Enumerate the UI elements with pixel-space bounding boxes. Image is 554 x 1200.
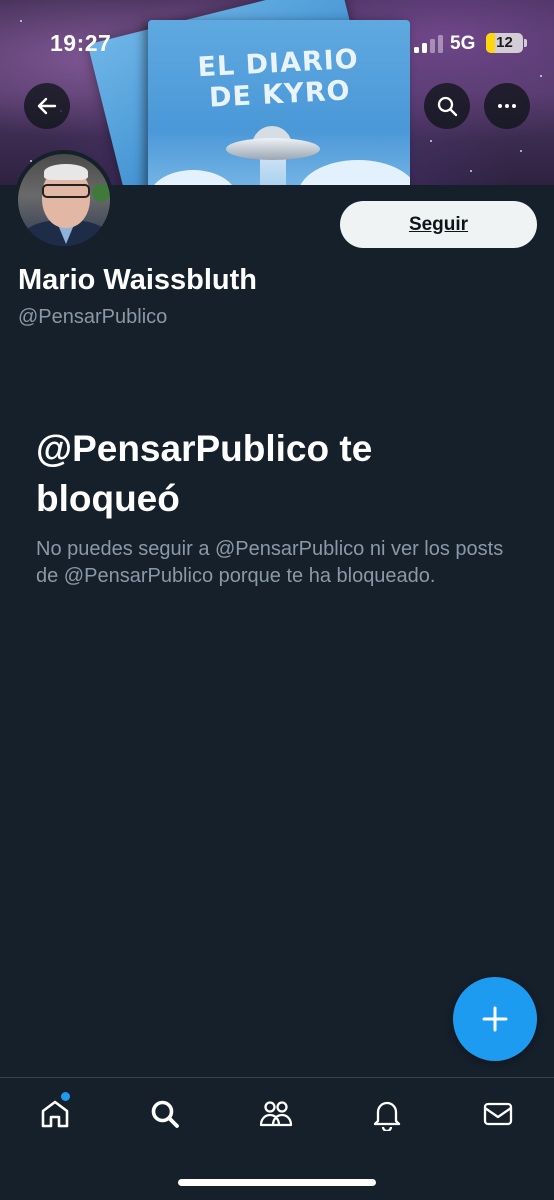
ufo-beam bbox=[260, 156, 286, 185]
cellular-signal-icon bbox=[414, 35, 444, 53]
home-indicator[interactable] bbox=[178, 1179, 376, 1186]
follow-button[interactable]: Seguir bbox=[340, 201, 537, 248]
home-icon bbox=[41, 1100, 69, 1128]
notifications-bell-icon bbox=[373, 1101, 401, 1131]
search-button[interactable] bbox=[424, 83, 470, 129]
more-horizontal-icon bbox=[498, 104, 516, 108]
home-notification-dot bbox=[61, 1092, 70, 1101]
plus-icon bbox=[482, 1006, 508, 1032]
nav-search[interactable] bbox=[137, 1092, 193, 1136]
search-icon bbox=[437, 96, 458, 117]
battery-level: 12 bbox=[496, 34, 513, 51]
battery-icon: 12 bbox=[486, 33, 523, 53]
search-icon bbox=[151, 1100, 179, 1128]
network-type: 5G bbox=[450, 33, 476, 54]
back-button[interactable] bbox=[24, 83, 70, 129]
avatar-background-plant bbox=[92, 184, 110, 202]
cloud bbox=[298, 160, 410, 185]
status-time: 19:27 bbox=[50, 30, 112, 56]
compose-button[interactable] bbox=[453, 977, 537, 1061]
profile-name: Mario Waissbluth bbox=[18, 264, 257, 296]
battery-cap bbox=[524, 39, 527, 47]
ufo-icon bbox=[226, 138, 320, 160]
blocked-title: @PensarPublico te bloqueó bbox=[36, 428, 373, 519]
communities-icon bbox=[259, 1101, 293, 1127]
nav-messages[interactable] bbox=[470, 1092, 526, 1136]
avatar-hair bbox=[44, 164, 88, 180]
nav-communities[interactable] bbox=[248, 1092, 304, 1136]
messages-mail-icon bbox=[483, 1102, 513, 1126]
avatar[interactable] bbox=[14, 150, 114, 250]
profile-handle: @PensarPublico bbox=[18, 306, 168, 328]
more-button[interactable] bbox=[484, 83, 530, 129]
blocked-description: No puedes seguir a @PensarPublico ni ver… bbox=[36, 538, 504, 587]
nav-home[interactable] bbox=[27, 1092, 83, 1136]
arrow-left-icon bbox=[37, 97, 57, 115]
cloud bbox=[148, 170, 238, 185]
status-bar: 19:27 5G 12 bbox=[0, 0, 554, 88]
avatar-glasses bbox=[42, 184, 90, 198]
nav-notifications[interactable] bbox=[359, 1092, 415, 1136]
